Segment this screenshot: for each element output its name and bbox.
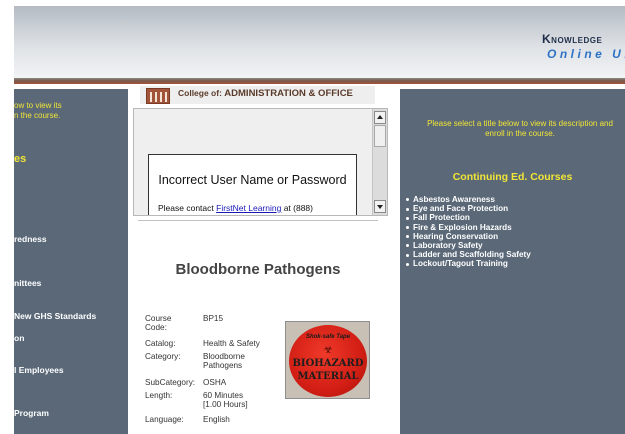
detail-label-length: Length: [145, 391, 173, 400]
bullet-icon [406, 244, 409, 248]
left-sidebar-link[interactable]: Program [14, 408, 49, 418]
bullet-icon [406, 225, 409, 229]
left-sidebar-heading: es [14, 153, 27, 165]
detail-value-subcategory: OSHA [203, 378, 227, 387]
brand-title: Knowledge [542, 32, 602, 46]
biohazard-line-2: MATERIAL [297, 371, 359, 382]
course-list-item[interactable]: Lockout/Tagout Training [406, 259, 531, 268]
course-list-item[interactable]: Fire & Explosion Hazards [406, 223, 531, 232]
left-sidebar-link[interactable]: redness [14, 234, 47, 244]
college-banner: College of: ADMINISTRATION & OFFICE [140, 86, 375, 104]
bullet-icon [406, 253, 409, 257]
detail-value-course-code: BP15 [203, 314, 224, 323]
left-sidebar: ow to view its n the course. es redness … [14, 89, 128, 434]
login-message-frame: Incorrect User Name or Password Please c… [133, 108, 388, 216]
detail-label-catalog: Catalog: [145, 339, 176, 348]
course-list-item[interactable]: Laboratory Safety [406, 241, 531, 250]
course-link[interactable]: Asbestos Awareness [413, 195, 495, 204]
scroll-down-arrow-icon[interactable] [374, 200, 386, 213]
college-name: ADMINISTRATION & OFFICE [224, 88, 353, 99]
biohazard-icon: Shok-safe Tape ☣ BIOHAZARD MATERIAL [289, 325, 367, 397]
detail-value-length: 60 Minutes [1.00 Hours] [203, 391, 248, 409]
course-image: Shok-safe Tape ☣ BIOHAZARD MATERIAL [285, 321, 370, 399]
college-building-icon [146, 88, 170, 104]
left-sidebar-intro: ow to view its n the course. [14, 101, 62, 121]
left-sidebar-link[interactable]: New GHS Standards [14, 311, 96, 321]
brand-title-text: Knowledge [542, 32, 603, 46]
right-sidebar: Please select a title below to view its … [400, 89, 625, 434]
course-link[interactable]: Eye and Face Protection [413, 204, 508, 213]
course-list-item[interactable]: Fall Protection [406, 213, 531, 222]
login-error-suffix: at (888) [281, 203, 313, 213]
scroll-up-arrow-icon[interactable] [374, 111, 386, 124]
detail-value-category: Bloodborne Pathogens [203, 352, 245, 370]
course-list-item[interactable]: Hearing Conservation [406, 232, 531, 241]
left-intro-line-2: n the course. [14, 111, 61, 120]
course-link[interactable]: Fire & Explosion Hazards [413, 223, 512, 232]
bullet-icon [406, 235, 409, 239]
biohazard-symbol-icon: ☣ [323, 344, 333, 356]
bullet-icon [406, 216, 409, 220]
left-sidebar-link[interactable]: nittees [14, 278, 41, 288]
login-error-prefix: Please contact [158, 203, 217, 213]
course-list-item[interactable]: Eye and Face Protection [406, 204, 531, 213]
college-label: College of: ADMINISTRATION & OFFICE [178, 88, 353, 99]
brand-subtitle: Online Un [547, 47, 625, 61]
course-link[interactable]: Fall Protection [413, 213, 470, 222]
bullet-icon [406, 198, 409, 202]
bullet-icon [406, 207, 409, 211]
biohazard-top-text: Shok-safe Tape [305, 334, 351, 340]
bullet-icon [406, 262, 409, 266]
frame-scrollbar[interactable] [372, 109, 387, 215]
firstnet-learning-link[interactable]: FirstNet Learning [216, 203, 281, 213]
course-link[interactable]: Ladder and Scaffolding Safety [413, 250, 531, 259]
left-sidebar-link[interactable]: on [14, 333, 24, 343]
left-sidebar-link[interactable]: l Employees [14, 365, 64, 375]
detail-value-language: English [203, 415, 230, 424]
login-error-box: Incorrect User Name or Password Please c… [148, 154, 357, 215]
course-link[interactable]: Lockout/Tagout Training [413, 259, 508, 268]
detail-value-catalog: Health & Safety [203, 339, 260, 348]
right-sidebar-intro: Please select a title below to view its … [427, 119, 613, 138]
site-header: Knowledge Online Un [14, 6, 625, 78]
header-divider [14, 78, 625, 84]
course-link[interactable]: Laboratory Safety [413, 241, 483, 250]
detail-label-course-code: Course Code: [145, 314, 172, 332]
course-list-item[interactable]: Asbestos Awareness [406, 195, 531, 204]
detail-label-subcategory: SubCategory: [145, 378, 196, 387]
course-link[interactable]: Hearing Conservation [413, 232, 498, 241]
scroll-thumb[interactable] [374, 125, 386, 147]
left-intro-line-1: ow to view its [14, 101, 62, 110]
detail-label-language: Language: [145, 415, 184, 424]
course-list: Asbestos Awareness Eye and Face Protecti… [406, 195, 531, 269]
login-error-title: Incorrect User Name or Password [158, 173, 347, 187]
right-sidebar-heading: Continuing Ed. Courses [452, 171, 573, 183]
login-error-message: Please contact FirstNet Learning at (888… [158, 203, 313, 213]
college-prefix: College of: [178, 88, 222, 98]
course-list-item[interactable]: Ladder and Scaffolding Safety [406, 250, 531, 259]
course-title: Bloodborne Pathogens [175, 261, 341, 278]
page: Knowledge Online Un ow to view its n the… [0, 0, 625, 434]
biohazard-line-1: BIOHAZARD [292, 358, 364, 369]
detail-label-category: Category: [145, 352, 181, 361]
content-divider [138, 220, 378, 221]
